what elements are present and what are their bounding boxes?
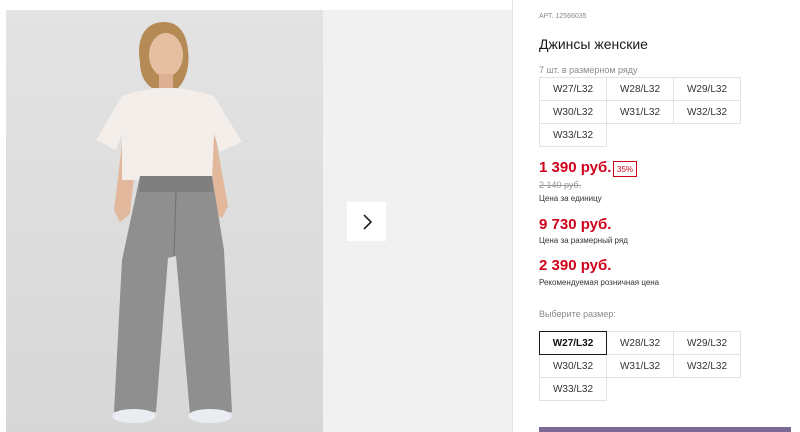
size-option[interactable]: W28/L32 — [606, 331, 674, 355]
size-option[interactable]: W32/L32 — [673, 354, 741, 378]
range-size-cell: W30/L32 — [539, 100, 607, 124]
size-option[interactable]: W29/L32 — [673, 331, 741, 355]
size-option-selected[interactable]: W27/L32 — [539, 331, 607, 355]
range-size-cell: W29/L32 — [673, 77, 741, 101]
range-price-label: Цена за размерный ряд — [539, 236, 628, 245]
model-illustration — [96, 22, 242, 423]
add-to-cart-button[interactable] — [539, 427, 791, 432]
gallery-next-button[interactable] — [347, 202, 386, 241]
range-size-cell: W33/L32 — [539, 123, 607, 147]
range-size-cell: W32/L32 — [673, 100, 741, 124]
product-info-panel: АРТ. 12566035 Джинсы женские 7 шт. в раз… — [539, 0, 800, 432]
product-photo-main[interactable] — [6, 10, 323, 432]
range-sizes-grid: W27/L32 W28/L32 W29/L32 W30/L32 W31/L32 … — [539, 77, 741, 147]
unit-price: 1 390 руб. — [539, 159, 612, 176]
chevron-right-icon — [362, 213, 372, 230]
size-option[interactable]: W33/L32 — [539, 377, 607, 401]
size-selector: W27/L32 W28/L32 W29/L32 W30/L32 W31/L32 … — [539, 331, 741, 401]
range-count-note: 7 шт. в размерном ряду — [539, 65, 638, 75]
recommended-price-label: Рекомендуемая розничная цена — [539, 278, 660, 287]
range-price: 9 730 руб. — [539, 216, 612, 233]
recommended-price: 2 390 руб. — [539, 257, 612, 274]
article-number: АРТ. 12566035 — [539, 13, 587, 20]
old-price: 2 140 руб. — [539, 180, 582, 190]
size-option[interactable]: W30/L32 — [539, 354, 607, 378]
panel-divider — [512, 0, 513, 432]
range-size-cell: W27/L32 — [539, 77, 607, 101]
choose-size-label: Выберите размер: — [539, 309, 616, 319]
product-title: Джинсы женские — [539, 36, 648, 52]
size-option[interactable]: W31/L32 — [606, 354, 674, 378]
unit-price-label: Цена за единицу — [539, 194, 602, 203]
range-size-cell: W28/L32 — [606, 77, 674, 101]
discount-badge: 35% — [613, 161, 638, 177]
product-gallery — [6, 10, 512, 432]
range-size-cell: W31/L32 — [606, 100, 674, 124]
